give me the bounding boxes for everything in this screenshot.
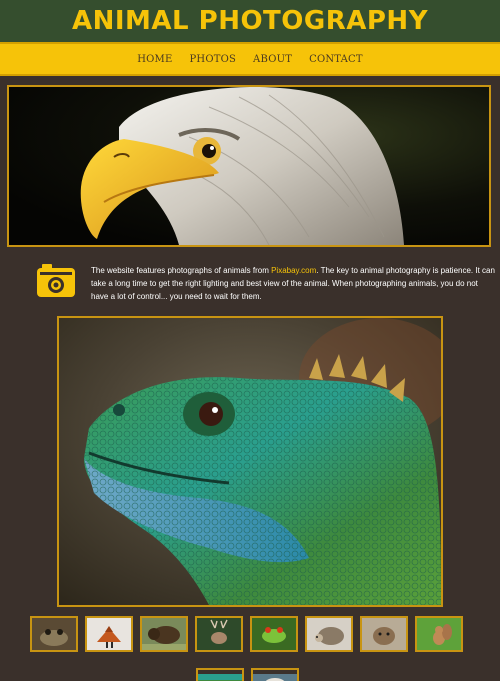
main-nav: HOME PHOTOS ABOUT CONTACT	[0, 42, 500, 76]
nav-contact[interactable]: CONTACT	[309, 54, 363, 65]
thumbnail-deer[interactable]	[195, 616, 243, 652]
eagle-illustration	[9, 87, 489, 245]
thumbnail-tree-frog[interactable]	[250, 616, 298, 652]
hero-image-eagle	[7, 85, 491, 247]
featured-image-lizard	[57, 316, 443, 607]
thumbnail-squirrel[interactable]	[415, 616, 463, 652]
thumbnail-frog[interactable]	[30, 616, 78, 652]
thumbnail-strip-row-2	[196, 668, 299, 681]
lizard-illustration	[59, 318, 441, 605]
thumbnail-fox[interactable]	[85, 616, 133, 652]
intro-text-start: The website features photographs of anim…	[91, 266, 272, 275]
site-title: ANIMAL PHOTOGRAPHY	[71, 6, 429, 36]
thumbnail-hedgehog[interactable]	[305, 616, 353, 652]
intro-paragraph: The website features photographs of anim…	[91, 264, 496, 303]
thumbnail-eagle[interactable]	[251, 668, 299, 681]
site-header: ANIMAL PHOTOGRAPHY	[0, 0, 500, 42]
nav-about[interactable]: ABOUT	[253, 54, 292, 65]
thumbnail-strip	[30, 616, 470, 652]
pixabay-link[interactable]: Pixabay.com	[271, 266, 316, 275]
intro-section: The website features photographs of anim…	[36, 264, 496, 303]
thumbnail-lizard[interactable]	[196, 668, 244, 681]
nav-photos[interactable]: PHOTOS	[189, 54, 236, 65]
camera-icon	[37, 264, 75, 297]
thumbnail-otter[interactable]	[360, 616, 408, 652]
thumbnail-bison[interactable]	[140, 616, 188, 652]
nav-home[interactable]: HOME	[137, 54, 172, 65]
